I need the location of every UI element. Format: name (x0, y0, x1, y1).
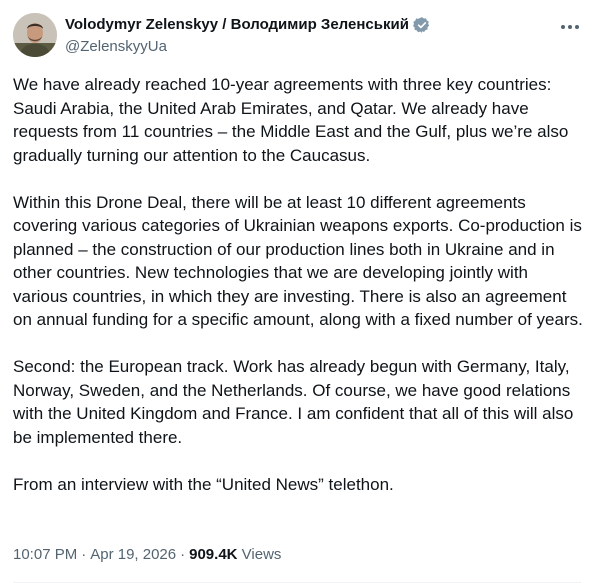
tweet-card: Volodymyr Zelenskyy / Володимир Зеленськ… (0, 0, 594, 583)
verified-badge-icon[interactable] (412, 16, 431, 34)
more-options-icon[interactable] (560, 17, 580, 37)
author-handle[interactable]: @ZelenskyyUa (65, 37, 515, 57)
views-label: Views (241, 546, 282, 563)
tweet-paragraph: Within this Drone Deal, there will be at… (13, 192, 583, 330)
tweet-paragraph: From an interview with the “United News”… (13, 474, 394, 494)
meta-separator: · (180, 546, 186, 563)
tweet-meta: 10:07 PM · Apr 19, 2026 · 909.4K Views (13, 545, 281, 565)
author-display-name[interactable]: Volodymyr Zelenskyy / Володимир Зеленськ… (65, 15, 409, 35)
meta-separator: · (81, 546, 87, 563)
tweet-date[interactable]: Apr 19, 2026 (90, 546, 176, 563)
author-info: Volodymyr Zelenskyy / Володимир Зеленськ… (65, 14, 515, 57)
views-count: 909.4K (189, 546, 238, 563)
avatar-photo-icon (13, 13, 57, 57)
tweet-text: We have already reached 10-year agreemen… (13, 73, 583, 520)
tweet-paragraph: Second: the European track. Work has alr… (13, 357, 574, 447)
tweet-paragraph: We have already reached 10-year agreemen… (13, 75, 569, 165)
author-name-row: Volodymyr Zelenskyy / Володимир Зеленськ… (65, 14, 515, 36)
tweet-time[interactable]: 10:07 PM (13, 546, 77, 563)
author-avatar[interactable] (13, 13, 57, 57)
tweet-header: Volodymyr Zelenskyy / Володимир Зеленськ… (13, 13, 583, 61)
